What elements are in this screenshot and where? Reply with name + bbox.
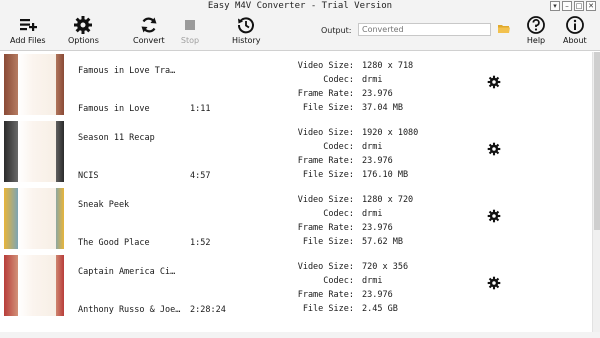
video-size-label: Video Size: xyxy=(297,61,354,71)
video-thumbnail xyxy=(4,255,64,316)
video-series: Famous in Love xyxy=(78,104,150,114)
codec-value: drmi xyxy=(362,276,383,286)
list-item[interactable]: Season 11 Recap NCIS 4:57 Video Size: 19… xyxy=(0,119,592,186)
video-series: NCIS xyxy=(78,171,99,181)
toolbar: Add Files Options Convert Stop History H… xyxy=(0,13,600,51)
video-thumbnail xyxy=(4,188,64,249)
video-size-value: 1280 x 720 xyxy=(362,195,414,205)
options-label: Options xyxy=(68,36,99,45)
about-button[interactable]: About xyxy=(563,15,587,45)
file-size-value: 176.10 MB xyxy=(362,170,409,180)
add-files-icon xyxy=(19,19,37,31)
convert-button[interactable]: Convert xyxy=(133,15,165,45)
title-bar: Easy M4V Converter - Trial Version ▾ – □… xyxy=(0,0,600,13)
scrollbar-thumb[interactable] xyxy=(594,52,600,230)
frame-rate-value: 23.976 xyxy=(362,290,393,300)
video-size-label: Video Size: xyxy=(297,128,354,138)
help-label: Help xyxy=(526,36,546,45)
history-label: History xyxy=(232,36,261,45)
convert-label: Convert xyxy=(133,36,165,45)
codec-value: drmi xyxy=(362,209,383,219)
video-duration: 4:57 xyxy=(190,171,211,181)
list-item[interactable]: Famous in Love Tra… Famous in Love 1:11 … xyxy=(0,52,592,119)
file-size-label: File Size: xyxy=(302,237,354,247)
file-size-value: 2.45 GB xyxy=(362,304,398,314)
codec-label: Codec: xyxy=(323,209,354,219)
maximize-button[interactable]: □ xyxy=(574,1,584,11)
frame-rate-label: Frame Rate: xyxy=(297,156,354,166)
video-thumbnail xyxy=(4,54,64,115)
codec-value: drmi xyxy=(362,75,383,85)
video-size-value: 1280 x 718 xyxy=(362,61,414,71)
list-item[interactable]: Sneak Peek The Good Place 1:52 Video Siz… xyxy=(0,186,592,253)
video-series: The Good Place xyxy=(78,238,150,248)
output-label: Output: xyxy=(321,26,352,35)
codec-label: Codec: xyxy=(323,75,354,85)
frame-rate-label: Frame Rate: xyxy=(297,223,354,233)
stop-label: Stop xyxy=(180,36,200,45)
help-button[interactable]: Help xyxy=(526,15,546,45)
history-icon xyxy=(238,17,255,34)
info-icon xyxy=(565,16,584,34)
file-size-label: File Size: xyxy=(302,304,354,314)
frame-rate-value: 23.976 xyxy=(362,89,393,99)
options-button[interactable]: Options xyxy=(68,15,99,45)
codec-value: drmi xyxy=(362,142,383,152)
video-duration: 1:11 xyxy=(190,104,211,114)
file-size-label: File Size: xyxy=(302,170,354,180)
video-list: Famous in Love Tra… Famous in Love 1:11 … xyxy=(0,52,592,332)
add-files-button[interactable]: Add Files xyxy=(10,15,46,45)
stop-button[interactable]: Stop xyxy=(180,15,200,45)
file-size-value: 37.04 MB xyxy=(362,103,403,113)
frame-rate-label: Frame Rate: xyxy=(297,89,354,99)
video-title: Season 11 Recap xyxy=(78,133,155,143)
about-label: About xyxy=(563,36,587,45)
file-size-label: File Size: xyxy=(302,103,354,113)
help-icon xyxy=(527,16,545,34)
codec-label: Codec: xyxy=(323,142,354,152)
video-size-label: Video Size: xyxy=(297,262,354,272)
status-strip xyxy=(0,332,600,338)
video-size-value: 1920 x 1080 xyxy=(362,128,419,138)
refresh-icon xyxy=(141,17,157,33)
video-size-value: 720 x 356 xyxy=(362,262,409,272)
video-duration: 2:28:24 xyxy=(190,305,226,315)
vertical-scrollbar[interactable] xyxy=(592,52,600,332)
video-series: Anthony Russo & Joe… xyxy=(78,305,181,315)
folder-icon[interactable] xyxy=(498,24,510,34)
video-duration: 1:52 xyxy=(190,238,211,248)
codec-label: Codec: xyxy=(323,276,354,286)
video-thumbnail xyxy=(4,121,64,182)
frame-rate-value: 23.976 xyxy=(362,156,393,166)
window-title: Easy M4V Converter - Trial Version xyxy=(207,1,393,11)
item-settings-gear-icon[interactable] xyxy=(487,142,501,156)
minimize-button[interactable]: – xyxy=(562,1,572,11)
video-size-label: Video Size: xyxy=(297,195,354,205)
frame-rate-label: Frame Rate: xyxy=(297,290,354,300)
item-settings-gear-icon[interactable] xyxy=(487,209,501,223)
video-title: Sneak Peek xyxy=(78,200,130,210)
gear-icon xyxy=(74,16,93,34)
frame-rate-value: 23.976 xyxy=(362,223,393,233)
item-settings-gear-icon[interactable] xyxy=(487,75,501,89)
stop-icon xyxy=(185,20,195,30)
video-title: Famous in Love Tra… xyxy=(78,66,176,76)
video-title: Captain America Ci… xyxy=(78,267,176,277)
list-item[interactable]: Captain America Ci… Anthony Russo & Joe…… xyxy=(0,253,592,320)
output-folder-input[interactable] xyxy=(358,23,491,36)
menu-dropdown-button[interactable]: ▾ xyxy=(550,1,560,11)
add-files-label: Add Files xyxy=(10,36,46,45)
item-settings-gear-icon[interactable] xyxy=(487,276,501,290)
file-size-value: 57.62 MB xyxy=(362,237,403,247)
history-button[interactable]: History xyxy=(232,15,260,45)
close-button[interactable]: ✕ xyxy=(586,1,596,11)
window-controls: ▾ – □ ✕ xyxy=(550,1,596,11)
